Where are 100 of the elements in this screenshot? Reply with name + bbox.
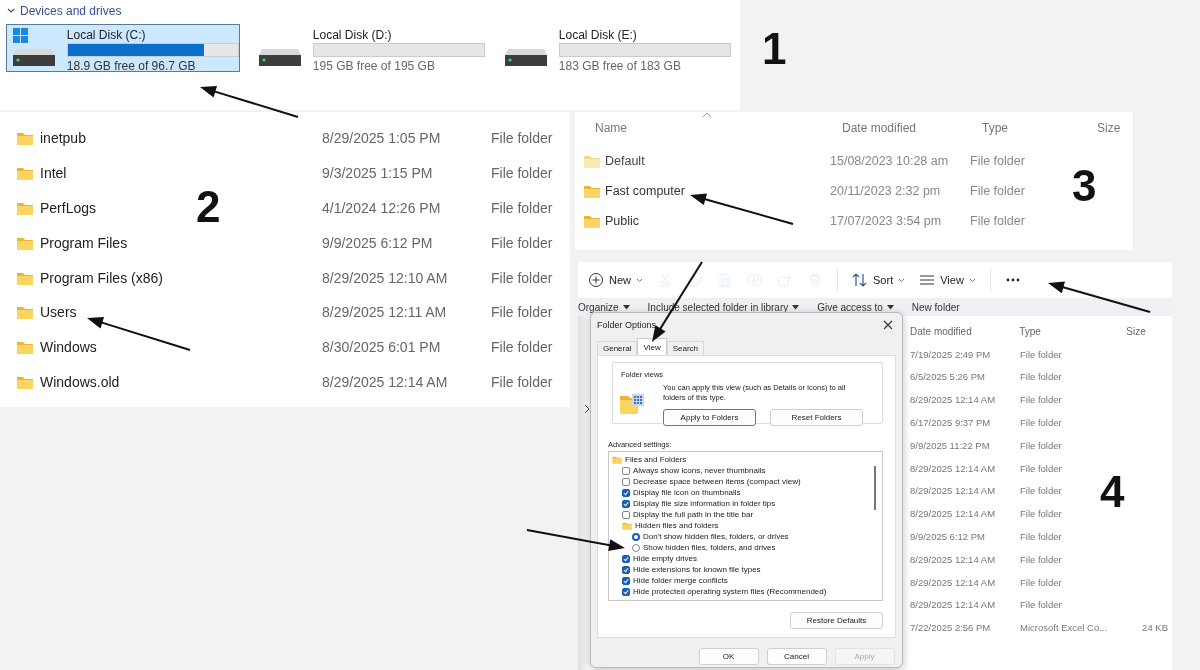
hard-drive-icon [259,49,301,66]
view-button[interactable]: View [913,268,982,292]
checkbox[interactable] [622,510,630,519]
file-name[interactable]: Intel [40,165,67,182]
restore-defaults-button[interactable]: Restore Defaults [790,612,883,629]
dialog-button[interactable]: Cancel [766,648,827,665]
share-icon [777,272,793,288]
type-cell: File folder [491,130,553,147]
column-header[interactable]: Date modified [830,112,970,136]
checkbox-label: Display the full path in the title bar [633,510,754,519]
caret-icon [968,277,976,283]
type-cell: File folder [491,269,553,286]
type-cell-text: File folder [1020,394,1063,406]
tab[interactable]: General [597,341,638,355]
tab[interactable]: Search [666,341,705,355]
list-view-icon [919,272,936,288]
column-header[interactable]: Type [1019,325,1123,337]
checkbox[interactable] [622,554,630,563]
dialog-button[interactable]: OK [698,648,759,665]
file-name[interactable]: Program Files (x86) [40,269,163,286]
size-cell-text: 24 KB [1141,622,1168,634]
group-label: Hidden files and folders [635,521,719,530]
free-space-text: 195 GB free of 195 GB [312,59,436,73]
type-cell-text: File folder [1020,553,1063,565]
date-cell-text: 8/29/2025 12:14 AM [910,508,997,520]
file-name[interactable]: Users [40,304,77,321]
type-cell: File folder [491,165,553,182]
type-cell-text: File folder [1020,508,1063,520]
free-space-text: 183 GB free of 183 GB [558,59,682,73]
checkbox[interactable] [622,466,630,475]
section-header[interactable]: Devices and drives [20,4,122,18]
column-header[interactable]: Date modified [910,325,1020,337]
trash-icon [807,272,823,288]
type-cell: File folder [491,304,553,321]
folder-icon [16,339,34,356]
settings-list[interactable] [608,451,883,601]
dialog-title: Folder Options [597,320,657,330]
file-name[interactable]: PerfLogs [40,200,97,216]
type-cell: File folder [491,339,553,356]
chevron-icon[interactable] [583,404,591,414]
column-header[interactable]: Name [583,112,830,136]
checkbox[interactable] [622,488,630,497]
folder-views-button[interactable]: Reset Folders [770,409,863,426]
date-cell-text: 9/9/2025 6:12 PM [910,531,986,543]
type-cell-text: File folder [1020,462,1063,474]
checkbox-label: Always show icons, never thumbnails [633,466,766,475]
free-space-text: 18.9 GB free of 96.7 GB [66,59,197,73]
checkbox[interactable] [622,477,630,486]
step-number: 3 [1072,164,1097,208]
checkbox[interactable] [622,587,630,596]
file-name[interactable]: Fast computer [605,184,685,198]
scrollbar-thumb[interactable] [874,466,876,510]
type-cell-text: File folder [1020,439,1063,451]
folder-icon [16,130,34,147]
radio-label: Don't show hidden files, folders, or drives [643,532,789,541]
command-button[interactable]: New folder [911,301,960,313]
folder-views-button[interactable]: Apply to Folders [663,409,756,426]
checkbox[interactable] [622,565,630,574]
command-button[interactable]: Give access to [817,301,894,313]
checkbox-label: Decrease space between items (compact view) [633,477,801,486]
caret-icon [622,304,630,310]
column-header[interactable]: Size [1085,112,1130,136]
date-cell-text: 15/08/2023 10:28 am [830,154,950,168]
folder-icon [16,304,34,321]
drive-tile[interactable]: Local Disk (D:) 195 GB free of 195 GB [252,24,486,72]
drive-tile[interactable]: Local Disk (C:) 18.9 GB free of 96.7 GB [6,24,240,72]
radio-button[interactable] [632,532,640,541]
type-cell-text: File folder [1020,485,1063,497]
close-icon[interactable] [882,319,894,331]
drive-tile[interactable]: Local Disk (E:) 183 GB free of 183 GB [498,24,732,72]
folder-icon [583,213,601,229]
file-name[interactable]: Windows [40,339,97,356]
type-cell-text: File folder [1020,576,1063,588]
sort-button[interactable]: Sort [846,268,912,292]
date-cell-text: 9/9/2025 6:12 PM [322,234,434,251]
type-cell-text: File folder [1020,371,1063,383]
new-button[interactable]: New [582,268,649,292]
caret-icon [636,277,643,283]
column-header[interactable]: Type [970,112,1085,136]
command-button[interactable]: Organize [578,301,630,313]
radio-button[interactable] [632,543,640,552]
date-cell-text: 20/11/2023 2:32 pm [830,184,942,198]
drive-name: Local Disk (D:) [312,28,393,42]
tab[interactable]: View [637,338,667,355]
file-name[interactable]: Default [605,154,645,168]
file-name[interactable]: Program Files [40,234,128,251]
type-cell-text: File folder [970,154,1026,168]
checkbox-label: Display file size information in folder tips [633,499,776,508]
file-name[interactable]: inetpub [40,130,86,147]
date-cell-text: 8/29/2025 12:10 AM [322,269,449,286]
type-cell: File folder [491,234,553,251]
checkbox[interactable] [622,576,630,585]
file-name[interactable]: Windows.old [40,373,120,390]
type-cell-text: Microsoft Excel Co... [1020,622,1109,634]
column-header[interactable]: Size [1122,325,1170,337]
checkbox[interactable] [622,499,630,508]
type-cell-text: File folder [1020,531,1063,543]
file-name[interactable]: Public [605,214,640,228]
date-cell-text: 8/29/2025 12:14 AM [322,373,449,390]
date-cell-text: 7/19/2025 2:49 PM [910,348,992,360]
